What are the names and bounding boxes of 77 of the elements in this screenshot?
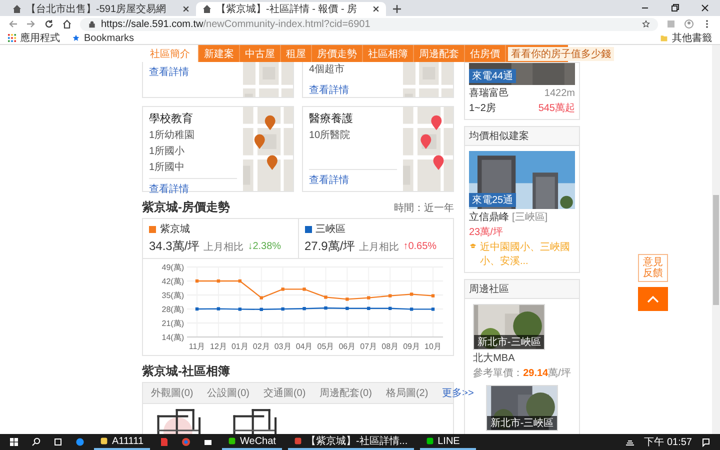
x-axis-label: 10月: [424, 342, 442, 351]
section-title: 紫京城-社區相簿: [142, 363, 230, 380]
x-axis-label: 02月: [252, 342, 270, 351]
change-label: 上月相比: [204, 240, 244, 254]
unit-price: 34.3萬/坪: [149, 238, 200, 255]
x-axis-label: 09月: [403, 342, 420, 351]
nearby-schools: 近中園國小、三峽國小、安溪...: [480, 240, 571, 268]
reference-price: 29.14: [523, 368, 548, 379]
x-axis-label: 05月: [317, 342, 334, 351]
project-name: 立信鼎峰: [469, 210, 509, 224]
browser-tab[interactable]: 【紫京城】-社區詳情 - 報價 - 房: [196, 2, 386, 16]
x-axis-label: 01月: [231, 342, 248, 351]
y-axis-label: 21(萬): [162, 319, 184, 328]
facility-count: 10所醫院: [309, 128, 352, 142]
legend-label: 紫京城: [160, 222, 190, 236]
facility-count: 1所國小: [149, 144, 186, 158]
section-title: 紫京城-房價走勢: [142, 199, 230, 216]
y-axis-label: 49(萬): [162, 263, 184, 272]
unit-price: 23萬/坪: [469, 226, 504, 239]
y-axis-label: 42(萬): [162, 277, 184, 286]
taskbar-app[interactable]: WeChat: [222, 434, 282, 450]
album-tab[interactable]: 交通圖(0): [263, 386, 306, 400]
x-axis-label: 08月: [382, 342, 399, 351]
x-axis-label: 07月: [360, 342, 378, 351]
panel-header: 均價相似建案: [465, 127, 579, 146]
listing-card[interactable]: 來電44通 喜瑞富邑 1422m 1~2房 545萬起: [464, 62, 580, 120]
price-change: ↑0.65%: [403, 241, 437, 252]
project-name: 喜瑞富邑: [469, 86, 509, 100]
photo-caption: 新北市-三峽區: [487, 416, 557, 430]
album-tab[interactable]: 外觀圖(0): [151, 386, 194, 400]
time-range-label: 時間：近一年: [394, 202, 454, 215]
album-tab[interactable]: 周邊配套(0): [320, 386, 372, 400]
taskbar-app[interactable]: LINE: [420, 434, 476, 450]
clock[interactable]: 下午 01:57: [644, 435, 692, 449]
browser-tab[interactable]: 【台北市出售】-591房屋交易網: [6, 2, 196, 16]
facility-count: 4個超市: [309, 62, 346, 76]
bookmark[interactable]: 應用程式: [8, 31, 60, 45]
x-axis-label: 04月: [296, 342, 313, 351]
details-link[interactable]: 查看詳情: [309, 80, 397, 97]
price-unit: 萬/坪: [548, 366, 571, 380]
x-axis-label: 12月: [210, 342, 227, 351]
card-title: 學校教育: [149, 112, 194, 126]
album-tab[interactable]: 公設圖(0): [207, 386, 250, 400]
change-label: 上月相比: [359, 240, 400, 254]
price-estimate-tooltip[interactable]: 看看你的房子值多少錢: [508, 46, 614, 60]
taskbar-app[interactable]: A11111: [94, 434, 150, 450]
photo-caption: 新北市-三峽區: [474, 335, 544, 349]
feedback-button[interactable]: 意見反饋: [638, 254, 668, 282]
district-tag: [三峽區]: [512, 210, 548, 224]
x-axis-label: 03月: [274, 342, 292, 351]
community-name[interactable]: 北大MBA: [473, 351, 571, 365]
y-axis-label: 14(萬): [162, 333, 184, 342]
y-axis-label: 35(萬): [162, 291, 184, 300]
bookmark[interactable]: Bookmarks: [72, 32, 134, 44]
facility-count: 1所幼稚園: [149, 128, 196, 142]
unit-price: 27.9萬/坪: [304, 238, 356, 255]
call-count-badge: 來電44通: [469, 69, 516, 83]
distance: 1422m: [544, 88, 575, 98]
legend-label: 三峽區: [316, 222, 346, 236]
price-label: 參考單價：: [473, 366, 524, 380]
room-types: 1~2房: [469, 102, 496, 115]
x-axis-label: 11月: [188, 342, 206, 351]
panel-header: 周邊社區: [465, 280, 579, 299]
x-axis-label: 06月: [338, 342, 356, 351]
address-field[interactable]: https://sale.591.com.tw/newCommunity-index.html?cid=6901: [80, 18, 658, 30]
starting-price: 545萬起: [538, 102, 575, 115]
y-axis-label: 28(萬): [162, 305, 184, 314]
bookmark-folder[interactable]: 其他書籤: [660, 31, 712, 45]
call-count-badge: 來電25通: [469, 193, 516, 207]
details-link[interactable]: 查看詳情: [309, 169, 397, 187]
details-link[interactable]: 查看詳情: [149, 178, 237, 196]
taskbar-app[interactable]: 【紫京城】-社區詳情...: [288, 434, 414, 450]
details-link[interactable]: 查看詳情: [149, 62, 237, 79]
card-title: 醫療養護: [309, 112, 354, 126]
album-tab[interactable]: 格局圖(2): [386, 386, 428, 400]
price-change: ↓2.38%: [248, 241, 282, 252]
facility-count: 1所國中: [149, 160, 186, 174]
